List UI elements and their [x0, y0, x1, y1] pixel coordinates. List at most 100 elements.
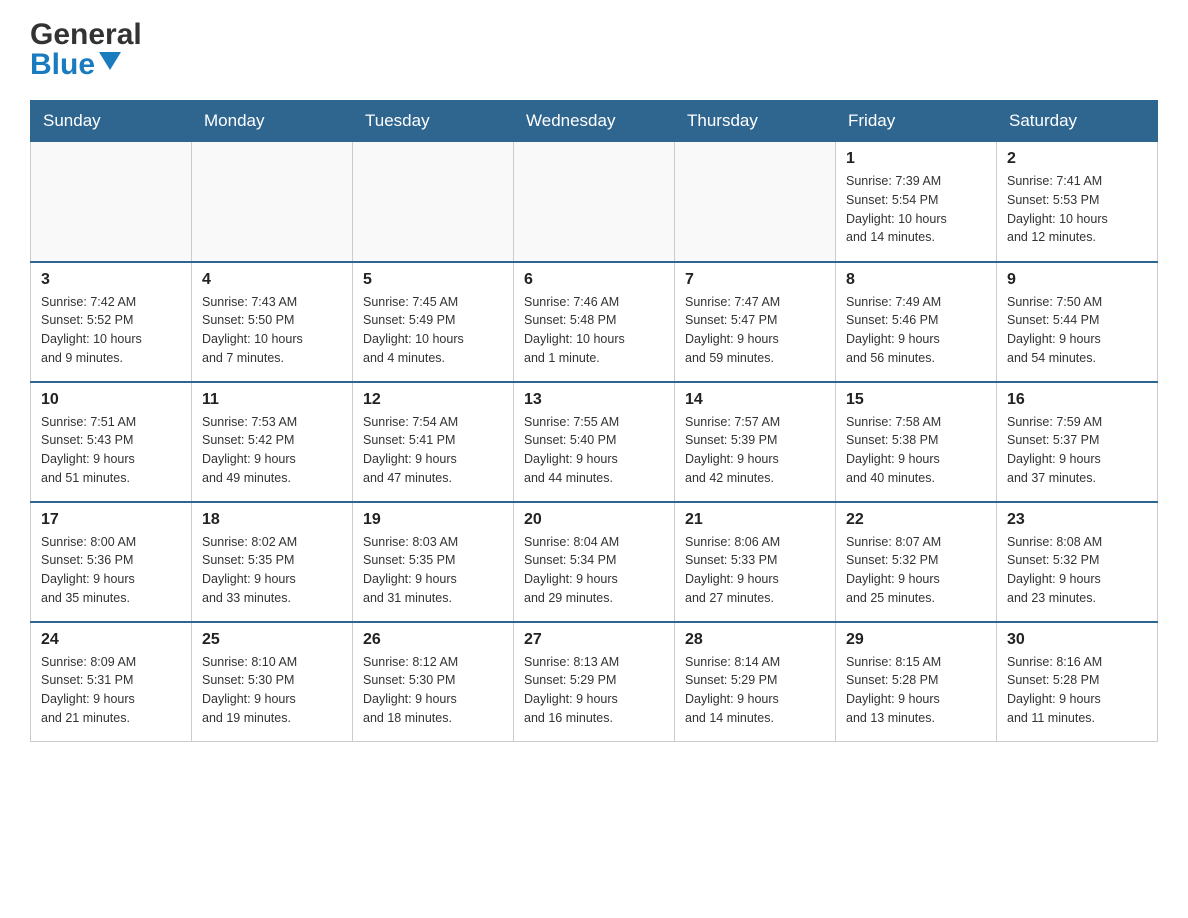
- day-info: Sunrise: 8:06 AMSunset: 5:33 PMDaylight:…: [685, 533, 825, 608]
- day-number: 27: [524, 631, 664, 649]
- calendar-cell: 25 Sunrise: 8:10 AMSunset: 5:30 PMDayligh…: [192, 622, 353, 742]
- day-number: 4: [202, 271, 342, 289]
- day-number: 30: [1007, 631, 1147, 649]
- day-info: Sunrise: 7:41 AMSunset: 5:53 PMDaylight:…: [1007, 172, 1147, 247]
- logo-general: General: [30, 20, 142, 50]
- day-number: 21: [685, 511, 825, 529]
- col-header-wednesday: Wednesday: [514, 101, 675, 142]
- day-number: 19: [363, 511, 503, 529]
- calendar-cell: 11 Sunrise: 7:53 AMSunset: 5:42 PMDayligh…: [192, 382, 353, 502]
- calendar-cell: 5 Sunrise: 7:45 AMSunset: 5:49 PMDaylight…: [353, 262, 514, 382]
- day-number: 28: [685, 631, 825, 649]
- calendar-cell: 14 Sunrise: 7:57 AMSunset: 5:39 PMDayligh…: [675, 382, 836, 502]
- logo: General Blue: [30, 20, 142, 80]
- day-info: Sunrise: 8:10 AMSunset: 5:30 PMDaylight:…: [202, 653, 342, 728]
- day-number: 5: [363, 271, 503, 289]
- calendar-cell: [514, 142, 675, 262]
- day-number: 7: [685, 271, 825, 289]
- calendar-cell: [31, 142, 192, 262]
- day-info: Sunrise: 8:08 AMSunset: 5:32 PMDaylight:…: [1007, 533, 1147, 608]
- calendar-cell: 2 Sunrise: 7:41 AMSunset: 5:53 PMDaylight…: [997, 142, 1158, 262]
- calendar-cell: 22 Sunrise: 8:07 AMSunset: 5:32 PMDayligh…: [836, 502, 997, 622]
- calendar-cell: [192, 142, 353, 262]
- day-number: 12: [363, 391, 503, 409]
- day-info: Sunrise: 8:15 AMSunset: 5:28 PMDaylight:…: [846, 653, 986, 728]
- calendar-cell: 18 Sunrise: 8:02 AMSunset: 5:35 PMDayligh…: [192, 502, 353, 622]
- day-number: 25: [202, 631, 342, 649]
- col-header-thursday: Thursday: [675, 101, 836, 142]
- day-info: Sunrise: 7:54 AMSunset: 5:41 PMDaylight:…: [363, 413, 503, 488]
- day-number: 15: [846, 391, 986, 409]
- day-number: 17: [41, 511, 181, 529]
- day-info: Sunrise: 7:39 AMSunset: 5:54 PMDaylight:…: [846, 172, 986, 247]
- calendar-header-row: SundayMondayTuesdayWednesdayThursdayFrid…: [31, 101, 1158, 142]
- day-info: Sunrise: 7:58 AMSunset: 5:38 PMDaylight:…: [846, 413, 986, 488]
- calendar-cell: 4 Sunrise: 7:43 AMSunset: 5:50 PMDaylight…: [192, 262, 353, 382]
- day-number: 8: [846, 271, 986, 289]
- day-info: Sunrise: 8:02 AMSunset: 5:35 PMDaylight:…: [202, 533, 342, 608]
- col-header-saturday: Saturday: [997, 101, 1158, 142]
- calendar-cell: 8 Sunrise: 7:49 AMSunset: 5:46 PMDaylight…: [836, 262, 997, 382]
- calendar-cell: 16 Sunrise: 7:59 AMSunset: 5:37 PMDayligh…: [997, 382, 1158, 502]
- col-header-monday: Monday: [192, 101, 353, 142]
- col-header-sunday: Sunday: [31, 101, 192, 142]
- calendar-cell: 21 Sunrise: 8:06 AMSunset: 5:33 PMDayligh…: [675, 502, 836, 622]
- day-info: Sunrise: 8:00 AMSunset: 5:36 PMDaylight:…: [41, 533, 181, 608]
- calendar-cell: 13Sunrise: 7:55 AMSunset: 5:40 PMDayligh…: [514, 382, 675, 502]
- page-header: General Blue: [30, 20, 1158, 80]
- day-number: 29: [846, 631, 986, 649]
- calendar-cell: [353, 142, 514, 262]
- day-info: Sunrise: 8:14 AMSunset: 5:29 PMDaylight:…: [685, 653, 825, 728]
- day-info: Sunrise: 7:42 AMSunset: 5:52 PMDaylight:…: [41, 293, 181, 368]
- calendar-cell: 28 Sunrise: 8:14 AMSunset: 5:29 PMDayligh…: [675, 622, 836, 742]
- day-number: 1: [846, 150, 986, 168]
- week-row-1: 1 Sunrise: 7:39 AMSunset: 5:54 PMDaylight…: [31, 142, 1158, 262]
- calendar-cell: 7Sunrise: 7:47 AMSunset: 5:47 PMDaylight…: [675, 262, 836, 382]
- day-info: Sunrise: 7:49 AMSunset: 5:46 PMDaylight:…: [846, 293, 986, 368]
- calendar-cell: 1 Sunrise: 7:39 AMSunset: 5:54 PMDaylight…: [836, 142, 997, 262]
- day-info: Sunrise: 7:59 AMSunset: 5:37 PMDaylight:…: [1007, 413, 1147, 488]
- calendar-cell: 27Sunrise: 8:13 AMSunset: 5:29 PMDayligh…: [514, 622, 675, 742]
- day-number: 14: [685, 391, 825, 409]
- calendar-cell: 20Sunrise: 8:04 AMSunset: 5:34 PMDayligh…: [514, 502, 675, 622]
- calendar-cell: 17 Sunrise: 8:00 AMSunset: 5:36 PMDayligh…: [31, 502, 192, 622]
- day-info: Sunrise: 7:51 AMSunset: 5:43 PMDaylight:…: [41, 413, 181, 488]
- day-info: Sunrise: 8:07 AMSunset: 5:32 PMDaylight:…: [846, 533, 986, 608]
- day-number: 6: [524, 271, 664, 289]
- day-info: Sunrise: 8:04 AMSunset: 5:34 PMDaylight:…: [524, 533, 664, 608]
- day-info: Sunrise: 8:12 AMSunset: 5:30 PMDaylight:…: [363, 653, 503, 728]
- day-info: Sunrise: 7:53 AMSunset: 5:42 PMDaylight:…: [202, 413, 342, 488]
- day-info: Sunrise: 8:09 AMSunset: 5:31 PMDaylight:…: [41, 653, 181, 728]
- logo-triangle-icon: [99, 52, 121, 74]
- day-number: 3: [41, 271, 181, 289]
- calendar-cell: [675, 142, 836, 262]
- col-header-tuesday: Tuesday: [353, 101, 514, 142]
- calendar-cell: 24Sunrise: 8:09 AMSunset: 5:31 PMDayligh…: [31, 622, 192, 742]
- calendar-table: SundayMondayTuesdayWednesdayThursdayFrid…: [30, 100, 1158, 742]
- day-number: 18: [202, 511, 342, 529]
- day-number: 26: [363, 631, 503, 649]
- col-header-friday: Friday: [836, 101, 997, 142]
- day-info: Sunrise: 7:46 AMSunset: 5:48 PMDaylight:…: [524, 293, 664, 368]
- calendar-cell: 26 Sunrise: 8:12 AMSunset: 5:30 PMDayligh…: [353, 622, 514, 742]
- week-row-3: 10 Sunrise: 7:51 AMSunset: 5:43 PMDayligh…: [31, 382, 1158, 502]
- day-number: 16: [1007, 391, 1147, 409]
- calendar-cell: 12 Sunrise: 7:54 AMSunset: 5:41 PMDayligh…: [353, 382, 514, 502]
- calendar-cell: 23 Sunrise: 8:08 AMSunset: 5:32 PMDayligh…: [997, 502, 1158, 622]
- day-info: Sunrise: 7:45 AMSunset: 5:49 PMDaylight:…: [363, 293, 503, 368]
- day-info: Sunrise: 7:55 AMSunset: 5:40 PMDaylight:…: [524, 413, 664, 488]
- day-number: 10: [41, 391, 181, 409]
- week-row-2: 3 Sunrise: 7:42 AMSunset: 5:52 PMDaylight…: [31, 262, 1158, 382]
- logo-blue: Blue: [30, 50, 95, 80]
- day-info: Sunrise: 8:16 AMSunset: 5:28 PMDaylight:…: [1007, 653, 1147, 728]
- day-number: 11: [202, 391, 342, 409]
- day-number: 2: [1007, 150, 1147, 168]
- day-info: Sunrise: 7:43 AMSunset: 5:50 PMDaylight:…: [202, 293, 342, 368]
- day-info: Sunrise: 7:57 AMSunset: 5:39 PMDaylight:…: [685, 413, 825, 488]
- calendar-cell: 19 Sunrise: 8:03 AMSunset: 5:35 PMDayligh…: [353, 502, 514, 622]
- day-info: Sunrise: 8:03 AMSunset: 5:35 PMDaylight:…: [363, 533, 503, 608]
- day-number: 22: [846, 511, 986, 529]
- day-number: 23: [1007, 511, 1147, 529]
- day-info: Sunrise: 7:50 AMSunset: 5:44 PMDaylight:…: [1007, 293, 1147, 368]
- day-number: 9: [1007, 271, 1147, 289]
